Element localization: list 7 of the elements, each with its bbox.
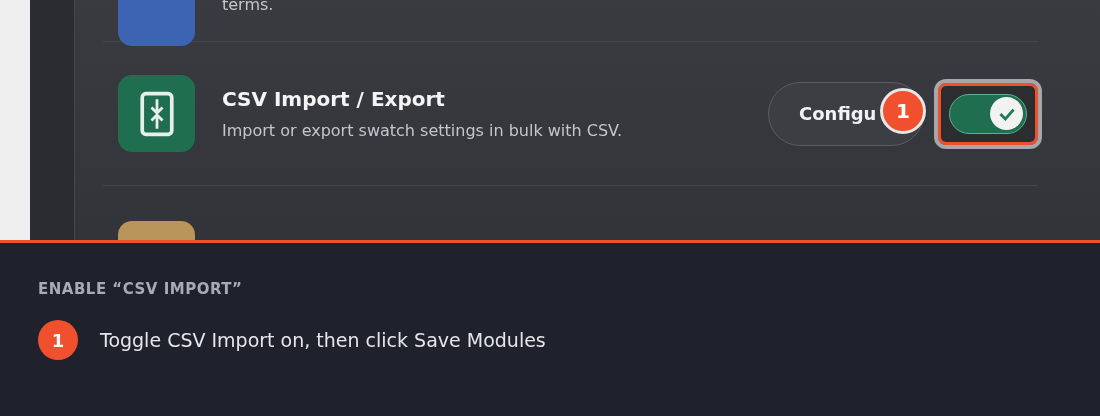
toggle-switch[interactable] — [949, 93, 1027, 134]
module-title: CSV Import / Export — [222, 87, 446, 111]
step-number: 1 — [38, 320, 78, 360]
instruction-heading: ENABLE “CSV IMPORT” — [38, 280, 244, 298]
step-text: Toggle CSV Import on, then click Save Modules — [100, 329, 546, 351]
compress-icon — [137, 89, 176, 138]
module-description: Import or export swatch settings in bulk with CSV. — [222, 121, 624, 140]
